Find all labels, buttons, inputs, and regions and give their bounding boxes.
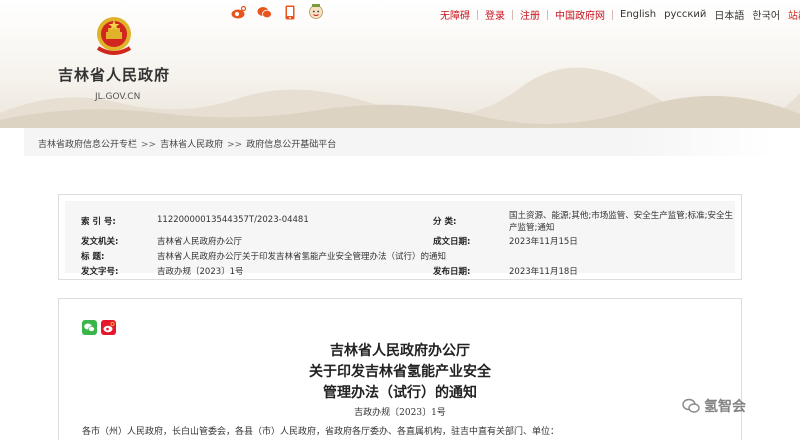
category-label: 分 类:: [433, 217, 457, 227]
document-metadata: 索 引 号: 11220000013544357T/2023-04481 分 类…: [58, 194, 742, 280]
weibo-icon[interactable]: [230, 4, 246, 20]
watermark-logo-icon: [682, 398, 700, 413]
docno-label: 发文字号:: [81, 267, 119, 277]
russian-link[interactable]: русский: [664, 9, 706, 20]
watermark-text: 氢智会: [704, 399, 746, 415]
wechat-icon[interactable]: [256, 4, 272, 20]
title-label: 标 题:: [81, 252, 105, 262]
divider: [547, 9, 548, 20]
breadcrumb-separator: >>: [141, 140, 157, 150]
sitemap-link[interactable]: 站群导航: [788, 7, 800, 22]
document-recipients: 各市（州）人民政府，长白山管委会，各县（市）人民政府，省政府各厅委办、各直属机构…: [82, 427, 560, 437]
china-gov-link[interactable]: 中国政府网: [555, 7, 605, 22]
register-link[interactable]: 注册: [520, 7, 540, 22]
divider: [512, 9, 513, 20]
document-title-line-3: 管理办法（试行）的通知: [323, 385, 477, 401]
top-links: 无障碍 登录 注册 中国政府网 English русский 日本語 한국어 …: [440, 7, 800, 22]
category-value: 国土资源、能源;其他;市场监管、安全生产监管;标准;安全生产监管;通知: [509, 211, 733, 233]
org-value: 吉林省人民政府办公厅: [157, 237, 243, 247]
site-name[interactable]: 吉林省人民政府: [58, 64, 170, 85]
publish-date-label: 发布日期:: [433, 267, 471, 277]
login-link[interactable]: 登录: [485, 7, 505, 22]
document-title-line-2: 关于印发吉林省氢能产业安全: [309, 364, 491, 380]
mobile-icon[interactable]: [282, 4, 298, 20]
org-label: 发文机关:: [81, 237, 119, 247]
watermark: 氢智会: [682, 396, 746, 416]
index-value: 11220000013544357T/2023-04481: [157, 215, 309, 225]
title-value: 吉林省人民政府办公厅关于印发吉林省氢能产业安全管理办法（试行）的通知: [157, 252, 447, 262]
breadcrumb-separator: >>: [227, 140, 243, 150]
divider: [612, 9, 613, 20]
publish-date-value: 2023年11月18日: [509, 267, 578, 277]
site-domain: JL.GOV.CN: [95, 92, 141, 102]
mascot-icon[interactable]: [308, 4, 324, 20]
breadcrumb-item[interactable]: 吉林省政府信息公开专栏: [38, 140, 137, 150]
date-value: 2023年11月15日: [509, 237, 578, 247]
document-title-line-1: 吉林省人民政府办公厅: [330, 343, 470, 359]
national-emblem-icon[interactable]: [92, 14, 136, 58]
japanese-link[interactable]: 日本語: [714, 7, 744, 22]
breadcrumb: 吉林省政府信息公开专栏 >> 吉林省人民政府 >> 政府信息公开基础平台: [38, 137, 336, 150]
divider: [477, 9, 478, 20]
social-icons: [230, 4, 324, 20]
breadcrumb-item[interactable]: 政府信息公开基础平台: [246, 140, 336, 150]
index-label: 索 引 号:: [81, 217, 116, 227]
wechat-share-icon[interactable]: [82, 320, 97, 335]
korean-link[interactable]: 한국어: [752, 7, 780, 22]
date-label: 成文日期:: [433, 237, 471, 247]
docno-value: 吉政办规〔2023〕1号: [157, 267, 244, 277]
document-number: 吉政办规〔2023〕1号: [354, 408, 446, 418]
english-link[interactable]: English: [620, 9, 656, 20]
breadcrumb-item[interactable]: 吉林省人民政府: [160, 140, 223, 150]
share-bar: [82, 320, 116, 335]
weibo-share-icon[interactable]: [101, 320, 116, 335]
accessibility-link[interactable]: 无障碍: [440, 7, 470, 22]
